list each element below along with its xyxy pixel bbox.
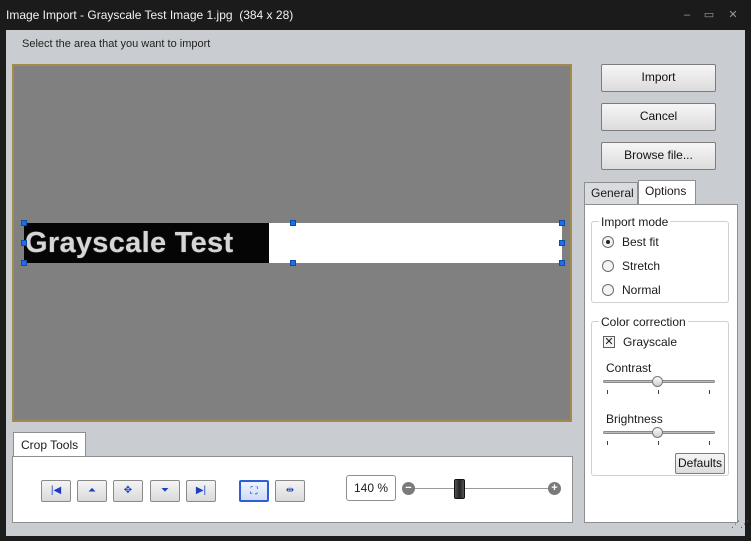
- brightness-label: Brightness: [606, 412, 663, 426]
- tab-general[interactable]: General: [584, 182, 638, 204]
- tick: [709, 441, 710, 445]
- radio-selected-icon: [602, 236, 614, 248]
- tick: [658, 441, 659, 445]
- crop-handle-middle-left[interactable]: [21, 240, 27, 246]
- cancel-button[interactable]: Cancel: [601, 103, 716, 131]
- radio-unselected-icon: [602, 284, 614, 296]
- browse-file-button[interactable]: Browse file...: [601, 142, 716, 170]
- tick: [607, 390, 608, 394]
- zoom-level[interactable]: 140 %: [346, 475, 396, 501]
- zoom-slider-thumb[interactable]: [454, 479, 465, 499]
- crop-handle-bottom-right[interactable]: [559, 260, 565, 266]
- radio-best-fit-label: Best fit: [622, 235, 659, 249]
- image-preview-canvas[interactable]: Grayscale Test: [12, 64, 572, 422]
- image-import-window: Image Import - Grayscale Test Image 1.jp…: [0, 0, 751, 541]
- radio-best-fit[interactable]: Best fit: [602, 235, 659, 249]
- instruction-text: Select the area that you want to import: [22, 38, 211, 50]
- crop-selection[interactable]: Grayscale Test: [24, 223, 562, 263]
- radio-stretch[interactable]: Stretch: [602, 259, 661, 273]
- tick: [607, 441, 608, 445]
- contrast-label: Contrast: [606, 361, 652, 375]
- image-text: Grayscale Test: [25, 227, 234, 259]
- crop-handle-top-center[interactable]: [290, 220, 296, 226]
- tick: [658, 390, 659, 394]
- minimize-button[interactable]: ‒: [680, 8, 694, 22]
- crop-handle-middle-right[interactable]: [559, 240, 565, 246]
- contrast-slider-thumb[interactable]: [652, 376, 663, 387]
- crop-handle-bottom-center[interactable]: [290, 260, 296, 266]
- first-icon[interactable]: |◀: [41, 480, 71, 502]
- import-mode-group: Import mode Best fit Stretch Normal: [591, 215, 729, 303]
- fit-selection-icon[interactable]: ⛶: [239, 480, 269, 502]
- grayscale-checkbox[interactable]: ✕: [603, 336, 615, 348]
- color-correction-group: Color correction ✕ Grayscale Contrast Br…: [591, 315, 729, 476]
- resize-grip-icon[interactable]: ⋰⋰: [731, 520, 749, 532]
- tab-crop-tools[interactable]: Crop Tools: [13, 432, 87, 457]
- align-top-icon[interactable]: ⏶: [77, 480, 107, 502]
- defaults-button[interactable]: Defaults: [675, 453, 725, 474]
- color-correction-title: Color correction: [599, 315, 688, 329]
- options-panel: Import mode Best fit Stretch Normal Colo…: [584, 204, 738, 523]
- crop-handle-top-right[interactable]: [559, 220, 565, 226]
- dialog-client-area: Select the area that you want to import …: [6, 30, 749, 536]
- radio-stretch-label: Stretch: [622, 259, 661, 273]
- tab-options[interactable]: Options: [638, 180, 696, 204]
- align-bottom-icon[interactable]: ⏷: [150, 480, 180, 502]
- radio-unselected-icon: [602, 260, 614, 272]
- window-title: Image Import - Grayscale Test Image 1.jp…: [6, 8, 294, 22]
- zoom-out-button[interactable]: −: [402, 482, 415, 495]
- zoom-in-button[interactable]: +: [548, 482, 561, 495]
- crop-handle-bottom-left[interactable]: [21, 260, 27, 266]
- brightness-slider-thumb[interactable]: [652, 427, 663, 438]
- last-icon[interactable]: ▶|: [186, 480, 216, 502]
- crop-handle-top-left[interactable]: [21, 220, 27, 226]
- center-icon[interactable]: ✥: [113, 480, 143, 502]
- close-button[interactable]: ✕: [726, 8, 740, 22]
- maximize-button[interactable]: ▭: [702, 8, 716, 22]
- import-button[interactable]: Import: [601, 64, 716, 92]
- radio-normal[interactable]: Normal: [602, 283, 661, 297]
- imported-image: Grayscale Test: [24, 223, 269, 263]
- crop-tools-panel: |◀ ⏶ ✥ ⏷ ▶| ⛶ ⇹ 140 % − +: [12, 456, 573, 523]
- tick: [709, 390, 710, 394]
- radio-normal-label: Normal: [622, 283, 661, 297]
- zoom-slider-track[interactable]: [415, 488, 552, 489]
- title-bar: Image Import - Grayscale Test Image 1.jp…: [0, 0, 751, 30]
- fit-width-icon[interactable]: ⇹: [275, 480, 305, 502]
- grayscale-label: Grayscale: [623, 335, 678, 349]
- import-mode-title: Import mode: [599, 215, 671, 229]
